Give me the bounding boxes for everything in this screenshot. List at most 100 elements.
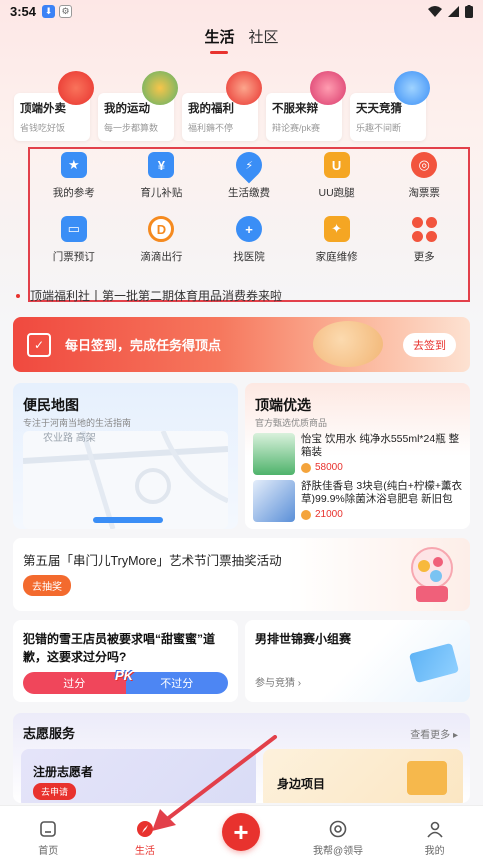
card-debate[interactable]: 不服来辩 辩论赛/pk赛 — [266, 71, 346, 141]
service-find-hospital[interactable]: + 找医院 — [205, 216, 293, 270]
at-icon — [329, 820, 347, 838]
service-label: 找医院 — [233, 251, 265, 263]
product-name: 舒肤佳香皂 3块皂(纯白+柠檬+薰衣草)99.9%除菌沐浴皂肥皂 新旧包装... — [301, 480, 463, 505]
feature-cards: 顶端外卖 省钱吃好饭 我的运动 每一步都算数 我的福利 福利薅不停 不服来辩 辩… — [14, 71, 430, 141]
map-preview[interactable]: 农业路 高架 — [22, 430, 230, 529]
ticker-text: 顶端福利社丨第一批第二期体育用品消费券来啦 — [30, 289, 283, 303]
service-label: 生活缴费 — [227, 187, 270, 199]
publish-plus-button[interactable]: + — [222, 813, 260, 851]
card-subtitle: 乐趣不间断 — [356, 123, 402, 133]
convenience-map-card[interactable]: 便民地图 专注于河南当地的生活指南 农业路 高架 — [13, 383, 238, 529]
view-more-link[interactable]: 查看更多 ▸ — [410, 726, 458, 741]
pk-badge: PK — [115, 668, 134, 683]
apply-button[interactable]: 去申请 — [33, 783, 77, 800]
service-label: 门票预订 — [52, 251, 95, 263]
vote-option-no[interactable]: 不过分 — [125, 672, 228, 694]
art-festival-card[interactable]: 第五届「串门儿TryMore」艺术节门票抽奖活动 去抽奖 — [13, 538, 470, 611]
status-bar: 3:54 ⬇ ⚙ — [0, 0, 483, 22]
signin-button[interactable]: 去签到 — [403, 332, 456, 357]
pk-heart-icon — [310, 71, 346, 105]
best-title: 顶端优选 — [255, 397, 311, 413]
card-subtitle: 福利薅不停 — [188, 123, 234, 133]
nav-home[interactable]: 首页 — [0, 806, 97, 859]
nav-label: 我帮@领导 — [313, 846, 364, 857]
volunteer-section: 志愿服务 查看更多 ▸ 注册志愿者 去申请 身边项目 — [13, 713, 470, 803]
product-price: 58000 — [315, 462, 343, 473]
map-label: 农业路 高架 — [43, 433, 96, 444]
nav-help-leader[interactable]: 我帮@领导 — [290, 806, 387, 859]
service-childcare-subsidy[interactable]: ¥ 育儿补贴 — [118, 152, 206, 206]
event-title: 第五届「串门儿TryMore」艺术节门票抽奖活动 — [23, 554, 282, 568]
calendar-icon: ✓ — [27, 332, 51, 357]
signin-text: 每日签到，完成任务得顶点 — [65, 338, 222, 353]
vote-question: 犯错的雪王店员被要求唱“甜蜜蜜”道歉，这要求过分吗? — [23, 632, 216, 664]
nav-label: 生活 — [134, 846, 155, 857]
map-roads — [22, 430, 230, 529]
card-takeout[interactable]: 顶端外卖 省钱吃好饭 — [14, 71, 94, 141]
service-my-reference[interactable]: ★ 我的参考 — [30, 152, 118, 206]
guess-action[interactable]: 参与竞猜 › — [255, 674, 301, 689]
nav-mine[interactable]: 我的 — [386, 806, 483, 859]
map-title: 便民地图 — [23, 397, 79, 413]
vote-card[interactable]: 犯错的雪王店员被要求唱“甜蜜蜜”道歉，这要求过分吗? 过分 不过分 PK — [13, 620, 238, 702]
settings-notification-icon: ⚙ — [59, 4, 73, 18]
signal-icon — [448, 5, 459, 17]
card-welfare[interactable]: 我的福利 福利薅不停 — [182, 71, 262, 141]
wifi-icon — [428, 5, 442, 17]
baby-bag-icon: ¥ — [148, 152, 175, 178]
vote-option-yes[interactable]: 过分 — [23, 672, 126, 694]
best-picks-card[interactable]: 顶端优选 官方甄选优质商品 怡宝 饮用水 纯净水555ml*24瓶 整箱装 58… — [245, 383, 470, 529]
star-doc-icon: ★ — [60, 152, 87, 178]
service-home-repair[interactable]: ✦ 家庭维修 — [293, 216, 381, 270]
water-product-image — [253, 433, 295, 475]
glasses-icon: ◎ — [411, 152, 438, 178]
service-utility-payment[interactable]: ⚡ 生活缴费 — [205, 146, 293, 206]
product-item[interactable]: 怡宝 饮用水 纯净水555ml*24瓶 整箱装 58000 — [253, 433, 465, 477]
status-time: 3:54 — [10, 3, 37, 19]
battery-icon — [465, 4, 473, 18]
runner-icon — [142, 71, 178, 105]
service-ticket-booking[interactable]: ▭ 门票预订 — [30, 216, 118, 270]
card-sport[interactable]: 我的运动 每一步都算数 — [98, 71, 178, 141]
service-label: 我的参考 — [52, 187, 95, 199]
nav-life[interactable]: 生活 — [97, 806, 194, 859]
lottery-button[interactable]: 去抽奖 — [23, 575, 71, 596]
guess-title: 男排世锦赛小组赛 — [255, 632, 352, 646]
ticket-icon: ▭ — [60, 216, 87, 242]
top-tabs: 生活 社区 — [0, 26, 483, 52]
card-subtitle: 省钱吃好饭 — [20, 123, 66, 133]
daily-signin-banner[interactable]: ✓ 每日签到，完成任务得顶点 去签到 — [13, 317, 470, 372]
soap-product-image — [253, 480, 295, 522]
service-grid: ★ 我的参考 ¥ 育儿补贴 ⚡ 生活缴费 U UU跑腿 ◎ 淘票票 ▭ 门票预订… — [30, 146, 468, 270]
volleyball-guess-card[interactable]: 男排世锦赛小组赛 参与竞猜 › — [245, 620, 470, 702]
best-subtitle: 官方甄选优质商品 — [255, 418, 328, 428]
tab-life[interactable]: 生活 — [204, 26, 234, 52]
register-volunteer-card[interactable]: 注册志愿者 去申请 — [21, 749, 256, 803]
coin-icon — [301, 509, 311, 520]
card-guess[interactable]: 天天竞猜 乐趣不间断 — [350, 71, 430, 141]
service-uu-errand[interactable]: U UU跑腿 — [293, 152, 381, 206]
service-taopiaopiao[interactable]: ◎ 淘票票 — [380, 152, 468, 206]
map-subtitle: 专注于河南当地的生活指南 — [23, 418, 132, 428]
didi-icon: D — [148, 216, 175, 242]
service-label: 更多 — [413, 251, 435, 263]
nearby-title: 身边项目 — [277, 777, 326, 791]
nav-label: 首页 — [38, 846, 59, 857]
ticket-decoration — [408, 642, 460, 684]
service-didi[interactable]: D 滴滴出行 — [118, 216, 206, 270]
hospital-icon: + — [235, 216, 262, 242]
card-subtitle: 辩论赛/pk赛 — [272, 123, 321, 133]
tab-community[interactable]: 社区 — [249, 26, 279, 52]
nav-label: 我的 — [424, 846, 445, 857]
folder-icon — [407, 761, 447, 795]
product-item[interactable]: 舒肤佳香皂 3块皂(纯白+柠檬+薰衣草)99.9%除菌沐浴皂肥皂 新旧包装...… — [253, 480, 465, 524]
product-price: 21000 — [315, 509, 343, 520]
service-label: 淘票票 — [408, 187, 440, 199]
compass-icon — [136, 821, 153, 837]
service-more[interactable]: 更多 — [380, 216, 468, 270]
service-label: 家庭维修 — [315, 251, 358, 263]
gacha-machine-icon — [411, 547, 453, 602]
nearby-projects-card[interactable]: 身边项目 — [263, 749, 463, 803]
news-ticker[interactable]: 顶端福利社丨第一批第二期体育用品消费券来啦 — [16, 287, 282, 304]
wrench-icon: ✦ — [323, 216, 350, 242]
